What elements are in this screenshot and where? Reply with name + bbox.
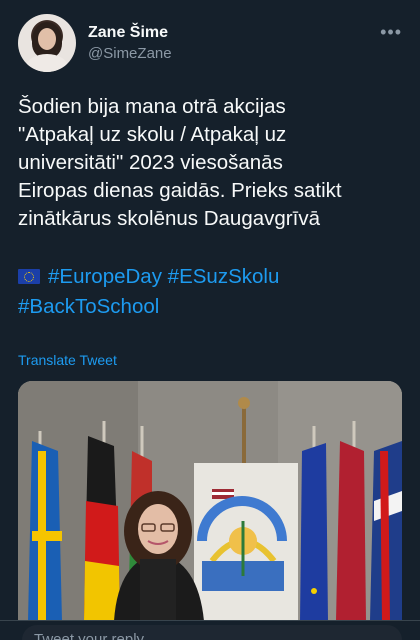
translate-tweet-link[interactable]: Translate Tweet: [18, 352, 117, 368]
tweet-text: Šodien bija mana otrā akcijas "Atpakaļ u…: [18, 93, 408, 233]
reply-input[interactable]: Tweet your reply: [22, 625, 402, 640]
more-horizontal-icon[interactable]: •••: [380, 22, 402, 43]
author-name[interactable]: Zane Šime: [88, 24, 168, 42]
photo-illustration: [18, 381, 402, 621]
hashtag-block: #EuropeDay #ESuzSkolu #BackToSchool: [18, 262, 408, 322]
hashtag-europeday[interactable]: #EuropeDay: [48, 265, 162, 288]
eu-flag-icon: [18, 269, 40, 284]
author-handle[interactable]: @SimeZane: [88, 45, 172, 62]
hashtag-backtoschool[interactable]: #BackToSchool: [18, 295, 159, 318]
tweet-text-line: zinātkārus skolēnus Daugavgrīvā: [18, 207, 320, 230]
reply-bar: Tweet your reply: [0, 620, 420, 640]
tweet-text-line: Eiropas dienas gaidās. Prieks satikt: [18, 179, 342, 202]
tweet-photo[interactable]: [18, 381, 402, 621]
tweet-text-line: Šodien bija mana otrā akcijas: [18, 95, 286, 118]
tweet-text-line: universitāti" 2023 viesošanās: [18, 151, 283, 174]
tweet-text-line: "Atpakaļ uz skolu / Atpakaļ uz: [18, 123, 287, 146]
tweet-header: Zane Šime @SimeZane •••: [18, 14, 402, 74]
avatar[interactable]: [18, 14, 76, 72]
hashtag-esuzskolu[interactable]: #ESuzSkolu: [168, 265, 280, 288]
